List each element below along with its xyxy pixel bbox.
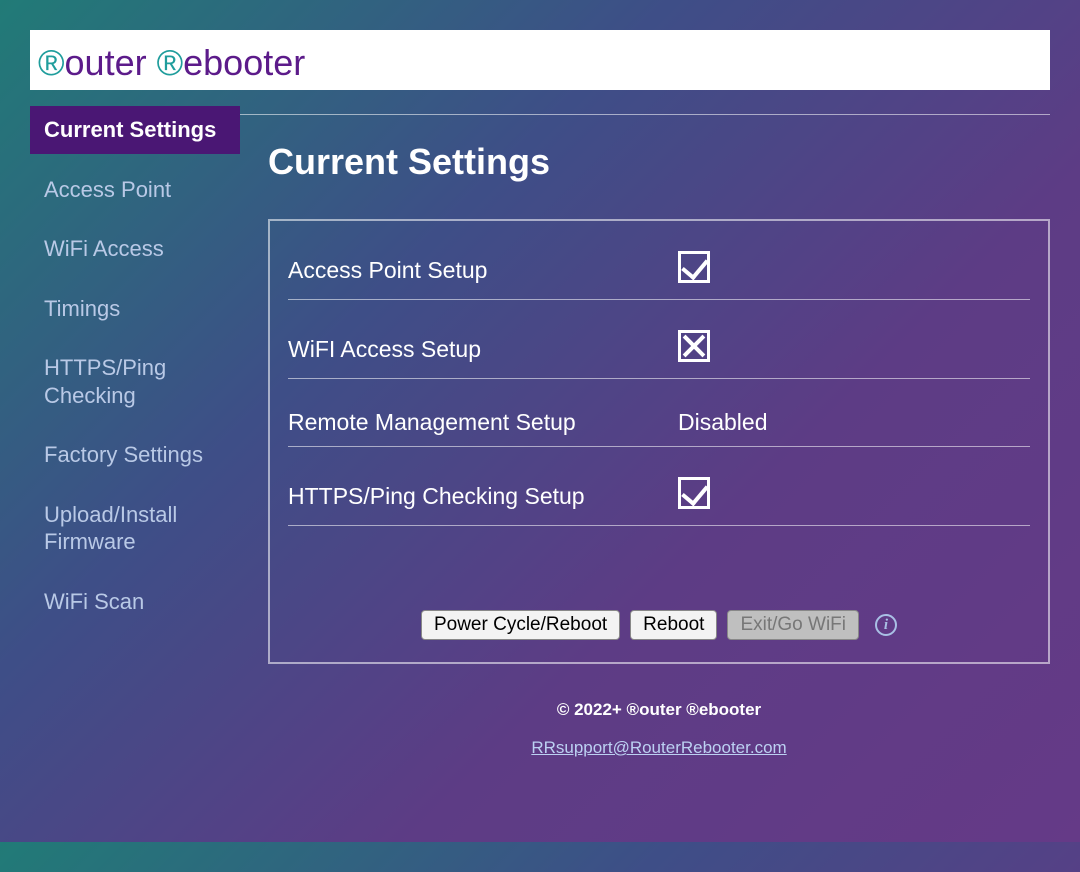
divider <box>288 525 1030 526</box>
sidebar-item-upload-firmware[interactable]: Upload/Install Firmware <box>30 491 240 566</box>
sidebar-item-current-settings[interactable]: Current Settings <box>30 106 240 154</box>
sidebar-item-factory-settings[interactable]: Factory Settings <box>30 431 240 479</box>
cross-icon <box>678 330 710 362</box>
sidebar-item-timings[interactable]: Timings <box>30 285 240 333</box>
checkmark-icon <box>678 251 710 283</box>
row-label: HTTPS/Ping Checking Setup <box>288 483 678 510</box>
row-label: Remote Management Setup <box>288 409 678 436</box>
sidebar-item-https-ping[interactable]: HTTPS/Ping Checking <box>30 344 240 419</box>
settings-panel: Access Point Setup WiFI Access Setup Rem… <box>268 219 1050 664</box>
footer-email-link[interactable]: RRsupport@RouterRebooter.com <box>531 738 786 757</box>
row-value <box>678 251 1030 289</box>
row-value <box>678 330 1030 368</box>
brand-r-icon-1: ® <box>38 42 65 83</box>
sidebar: Current Settings Access Point WiFi Acces… <box>30 98 240 758</box>
brand-bar: ®outer ®ebooter <box>30 30 1050 90</box>
main-content: Current Settings Access Point Setup WiFI… <box>240 114 1050 758</box>
row-label: WiFI Access Setup <box>288 336 678 363</box>
reboot-button[interactable]: Reboot <box>630 610 717 640</box>
button-row: Power Cycle/Reboot Reboot Exit/Go WiFi i <box>288 610 1030 640</box>
row-access-point-setup: Access Point Setup <box>288 221 1030 299</box>
row-value: Disabled <box>678 409 1030 436</box>
sidebar-item-access-point[interactable]: Access Point <box>30 166 240 214</box>
exit-go-wifi-button[interactable]: Exit/Go WiFi <box>727 610 859 640</box>
page-title: Current Settings <box>268 141 1050 183</box>
row-value <box>678 477 1030 515</box>
sidebar-item-wifi-scan[interactable]: WiFi Scan <box>30 578 240 626</box>
row-label: Access Point Setup <box>288 257 678 284</box>
row-remote-management-setup: Remote Management Setup Disabled <box>288 379 1030 446</box>
checkmark-icon <box>678 477 710 509</box>
brand-title: ®outer ®ebooter <box>38 42 305 84</box>
sidebar-item-wifi-access[interactable]: WiFi Access <box>30 225 240 273</box>
footer: © 2022+ ®outer ®ebooter RRsupport@Router… <box>268 700 1050 758</box>
row-https-ping-setup: HTTPS/Ping Checking Setup <box>288 447 1030 525</box>
power-cycle-button[interactable]: Power Cycle/Reboot <box>421 610 620 640</box>
footer-copyright: © 2022+ ®outer ®ebooter <box>268 700 1050 720</box>
row-wifi-access-setup: WiFI Access Setup <box>288 300 1030 378</box>
brand-r-icon-2: ® <box>157 42 184 83</box>
info-icon[interactable]: i <box>875 614 897 636</box>
